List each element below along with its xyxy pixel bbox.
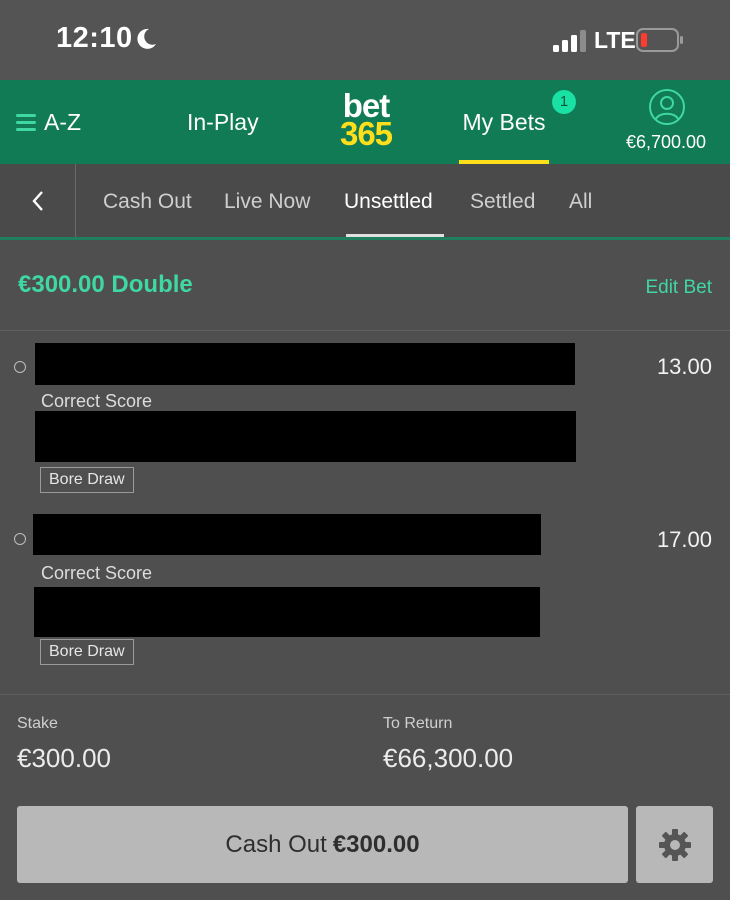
bet-selection: Correct Score Bore Draw 17.00 (0, 506, 730, 694)
tab-live-now[interactable]: Live Now (224, 164, 310, 237)
market-label: Correct Score (41, 563, 153, 583)
hamburger-icon (16, 114, 36, 131)
bet-filter-tabs: Cash Out Live Now Unsettled Settled All (0, 164, 730, 240)
redacted-selection-details (34, 587, 540, 637)
back-button[interactable] (0, 164, 76, 237)
tab-unsettled[interactable]: Unsettled (344, 164, 433, 237)
a-z-menu-button[interactable]: A-Z (16, 80, 81, 164)
account-balance[interactable]: €6,700.00 (610, 132, 722, 153)
selection-status-icon (14, 533, 26, 545)
signal-strength-icon (553, 30, 586, 52)
app-header: A-Z In-Play bet 365 My Bets 1 €6,700.00 (0, 80, 730, 164)
selection-status-icon (14, 361, 26, 373)
tab-all[interactable]: All (569, 164, 592, 237)
status-bar: 12:10 LTE (0, 0, 730, 80)
stake-label: Stake (17, 715, 58, 732)
market-label: Correct Score (41, 391, 153, 411)
active-tab-indicator (346, 234, 444, 237)
redacted-event-name (33, 514, 541, 555)
chevron-left-icon (31, 190, 43, 211)
edit-bet-link[interactable]: Edit Bet (645, 277, 712, 299)
cash-out-settings-button[interactable] (636, 806, 713, 883)
bet-header: €300.00 Double Edit Bet (0, 243, 730, 331)
in-play-nav[interactable]: In-Play (187, 80, 259, 164)
cash-out-amount: €300.00 (332, 831, 420, 858)
account-icon[interactable] (648, 88, 686, 126)
battery-low-icon (636, 28, 683, 52)
bet-summary: Stake €300.00 To Return €66,300.00 (0, 694, 730, 804)
bet365-logo[interactable]: bet 365 (333, 89, 399, 152)
stake-value: €300.00 (17, 743, 111, 773)
selection-tag: Bore Draw (40, 639, 134, 665)
moon-icon (137, 28, 156, 49)
redacted-selection-details (35, 411, 576, 462)
bet-selection: Correct Score Bore Draw 13.00 (0, 331, 730, 506)
logo-text-bottom: 365 (339, 115, 393, 152)
my-bets-nav[interactable]: My Bets (459, 80, 549, 164)
cash-out-label: Cash Out (225, 831, 327, 858)
selection-tag: Bore Draw (40, 467, 134, 493)
a-z-label: A-Z (44, 108, 82, 135)
to-return-value: €66,300.00 (383, 743, 514, 773)
status-time: 12:10 (56, 22, 133, 54)
network-type: LTE (594, 27, 636, 53)
my-bets-count-badge: 1 (552, 90, 576, 114)
gear-icon (658, 828, 691, 861)
tab-cash-out[interactable]: Cash Out (103, 164, 192, 237)
bet-title: €300.00 Double (18, 271, 193, 298)
tab-settled[interactable]: Settled (470, 164, 535, 237)
selection-odds: 17.00 (656, 527, 712, 552)
selection-odds: 13.00 (656, 354, 712, 379)
to-return-label: To Return (383, 715, 453, 732)
redacted-event-name (35, 343, 575, 385)
cash-out-button[interactable]: Cash Out €300.00 (17, 806, 628, 883)
